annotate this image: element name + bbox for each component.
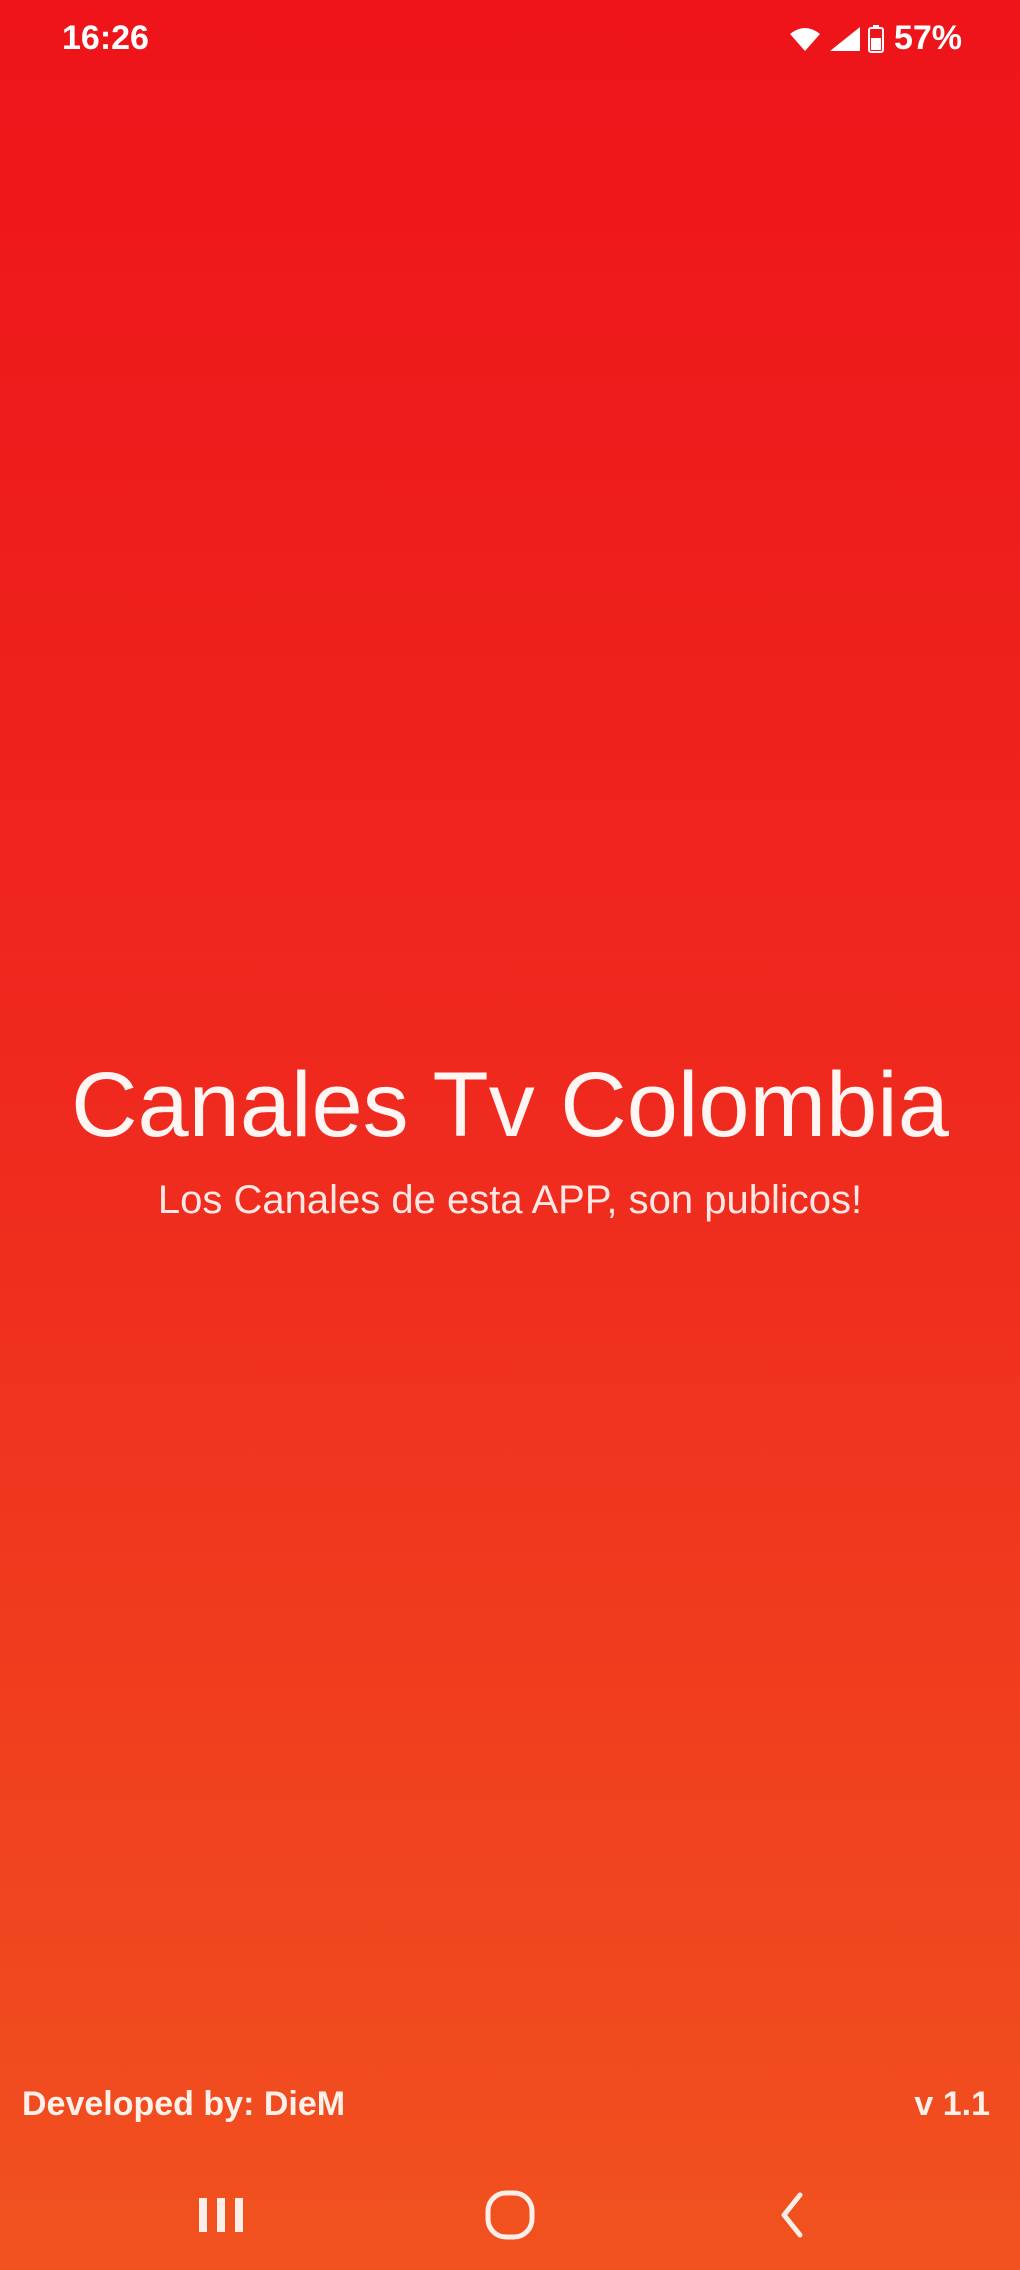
back-button[interactable] — [737, 2180, 847, 2250]
recent-apps-button[interactable] — [166, 2180, 276, 2250]
wifi-icon — [789, 28, 820, 51]
developer-credit: Developed by: DieM — [22, 2084, 346, 2123]
splash-screen: 16:26 57% Canales Tv Colombia Los Canale… — [0, 0, 1020, 2270]
home-button[interactable] — [455, 2180, 565, 2250]
status-bar: 16:26 57% — [0, 0, 1020, 76]
status-time: 16:26 — [62, 18, 149, 57]
app-version: v 1.1 — [914, 2084, 990, 2123]
splash-content: Canales Tv Colombia Los Canales de esta … — [0, 1050, 1020, 1228]
app-title: Canales Tv Colombia — [71, 1054, 949, 1156]
back-icon — [781, 2192, 803, 2238]
navigation-bar — [0, 2160, 1020, 2270]
battery-icon — [867, 25, 884, 53]
app-subtitle: Los Canales de esta APP, son publicos! — [157, 1178, 863, 1222]
status-indicators: 57% — [788, 19, 962, 58]
battery-percent: 57% — [893, 18, 962, 57]
recent-apps-icon — [199, 2198, 243, 2232]
home-icon — [485, 2190, 535, 2240]
signal-icon — [829, 27, 860, 51]
footer: Developed by: DieM v 1.1 — [0, 2076, 1020, 2132]
status-icons — [788, 23, 884, 53]
